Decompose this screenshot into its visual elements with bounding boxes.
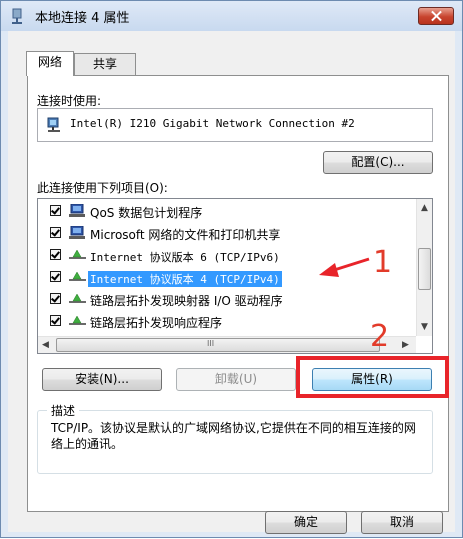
list-item-ipv6[interactable]: Internet 协议版本 6 (TCP/IPv6) [38,245,416,267]
description-text: TCP/IP。该协议是默认的广域网络协议,它提供在不同的相互连接的网络上的通讯。 [51,421,416,451]
title-bar[interactable]: 本地连接 4 属性 [1,1,462,31]
list-item-label: Internet 协议版本 4 (TCP/IPv4) [88,271,282,287]
network-client-icon [69,204,85,217]
protocol-icon [69,293,86,303]
list-item-label: 链路层拓扑发现响应程序 [90,316,223,330]
network-adapter-icon [47,117,60,132]
horizontal-scrollbar[interactable]: ◀ III ▶ [38,336,416,353]
scroll-up-icon[interactable]: ▲ [421,203,428,213]
protocol-icon [69,249,86,259]
list-item-lltd-responder[interactable]: 链路层拓扑发现响应程序 [38,311,416,333]
list-item-label: QoS 数据包计划程序 [90,206,203,220]
tab-networking[interactable]: 网络 [26,51,74,76]
window-title: 本地连接 4 属性 [35,11,130,26]
close-button[interactable] [418,7,454,25]
list-item-label: 链路层拓扑发现映射器 I/O 驱动程序 [90,294,283,308]
install-button[interactable]: 安装(N)... [42,368,162,391]
checkbox-lltd-mapper[interactable] [50,293,61,304]
scroll-grip-icon: III [207,339,215,348]
annotation-step-1: 1 [373,245,393,280]
vertical-scroll-thumb[interactable] [418,248,431,290]
ok-button[interactable]: 确定 [265,511,347,534]
tab-sharing[interactable]: 共享 [74,53,136,75]
annotation-highlight-box [296,356,449,398]
cancel-button[interactable]: 取消 [361,511,443,534]
description-title: 描述 [47,402,80,419]
list-item-qos[interactable]: QoS 数据包计划程序 [38,201,416,223]
items-label: 此连接使用下列项目(O): [37,181,168,195]
scroll-right-icon[interactable]: ▶ [402,340,409,350]
checkbox-lltd-responder[interactable] [50,315,61,326]
vertical-scrollbar[interactable]: ▲ ▼ [416,199,432,336]
checkbox-ipv4[interactable] [50,271,61,282]
list-item-ipv4[interactable]: Internet 协议版本 4 (TCP/IPv4) [38,267,416,289]
properties-dialog: 本地连接 4 属性 网络 共享 连接时使用: Intel(R) I210 Gig… [0,0,463,538]
checkbox-qos[interactable] [50,205,61,216]
protocol-icon [69,271,86,281]
network-connection-icon [12,8,22,24]
list-item-lltd-mapper[interactable]: 链路层拓扑发现映射器 I/O 驱动程序 [38,289,416,311]
annotation-step-2: 2 [370,319,390,354]
checkbox-ipv6[interactable] [50,249,61,260]
list-item-file-sharing[interactable]: Microsoft 网络的文件和打印机共享 [38,223,416,245]
network-client-icon [69,226,85,239]
uninstall-button[interactable]: 卸载(U) [176,368,296,391]
protocol-icon [69,315,86,325]
list-item-label: Internet 协议版本 6 (TCP/IPv6) [90,251,280,264]
horizontal-scroll-thumb[interactable]: III [56,338,380,352]
checkbox-file-sharing[interactable] [50,227,61,238]
connect-using-label: 连接时使用: [37,94,102,108]
adapter-field: Intel(R) I210 Gigabit Network Connection… [37,108,433,142]
configure-button[interactable]: 配置(C)... [323,151,433,174]
scroll-down-icon[interactable]: ▼ [421,322,428,332]
adapter-name: Intel(R) I210 Gigabit Network Connection… [70,117,355,130]
scroll-left-icon[interactable]: ◀ [42,340,49,350]
list-item-label: Microsoft 网络的文件和打印机共享 [90,228,281,242]
